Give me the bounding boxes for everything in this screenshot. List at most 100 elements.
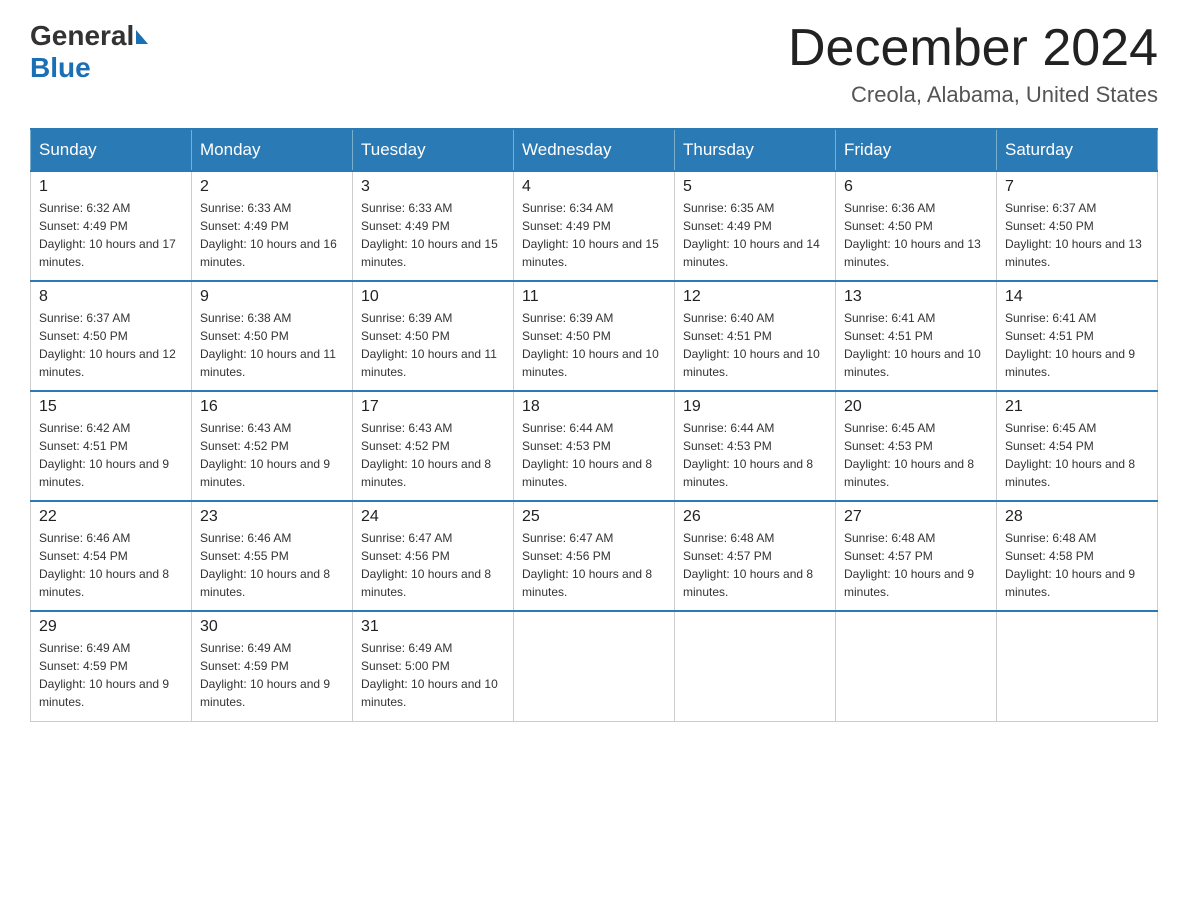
day-info: Sunrise: 6:43 AMSunset: 4:52 PMDaylight:…: [200, 419, 344, 491]
calendar-week-5: 29 Sunrise: 6:49 AMSunset: 4:59 PMDayligh…: [31, 611, 1158, 721]
day-info: Sunrise: 6:42 AMSunset: 4:51 PMDaylight:…: [39, 419, 183, 491]
calendar-cell: 1 Sunrise: 6:32 AMSunset: 4:49 PMDaylight…: [31, 171, 192, 281]
calendar-cell: 19 Sunrise: 6:44 AMSunset: 4:53 PMDayligh…: [675, 391, 836, 501]
day-number: 17: [361, 398, 505, 416]
day-number: 13: [844, 288, 988, 306]
calendar-cell: 2 Sunrise: 6:33 AMSunset: 4:49 PMDaylight…: [192, 171, 353, 281]
day-info: Sunrise: 6:49 AMSunset: 4:59 PMDaylight:…: [200, 639, 344, 711]
calendar-cell: 30Sunrise: 6:49 AMSunset: 4:59 PMDayligh…: [192, 611, 353, 721]
calendar-cell: 21 Sunrise: 6:45 AMSunset: 4:54 PMDayligh…: [997, 391, 1158, 501]
day-info: Sunrise: 6:45 AMSunset: 4:53 PMDaylight:…: [844, 419, 988, 491]
day-number: 24: [361, 508, 505, 526]
calendar-cell: 18 Sunrise: 6:44 AMSunset: 4:53 PMDayligh…: [514, 391, 675, 501]
day-info: Sunrise: 6:33 AMSunset: 4:49 PMDaylight:…: [200, 199, 344, 271]
calendar-cell: 31Sunrise: 6:49 AMSunset: 5:00 PMDayligh…: [353, 611, 514, 721]
day-info: Sunrise: 6:41 AMSunset: 4:51 PMDaylight:…: [1005, 309, 1149, 381]
day-number: 6: [844, 178, 988, 196]
day-number: 11: [522, 288, 666, 306]
col-monday: Monday: [192, 129, 353, 171]
day-number: 20: [844, 398, 988, 416]
day-number: 29: [39, 618, 183, 636]
day-info: Sunrise: 6:44 AMSunset: 4:53 PMDaylight:…: [683, 419, 827, 491]
day-number: 2: [200, 178, 344, 196]
day-number: 21: [1005, 398, 1149, 416]
day-info: Sunrise: 6:48 AMSunset: 4:57 PMDaylight:…: [683, 529, 827, 601]
day-number: 5: [683, 178, 827, 196]
day-info: Sunrise: 6:36 AMSunset: 4:50 PMDaylight:…: [844, 199, 988, 271]
title-area: December 2024 Creola, Alabama, United St…: [788, 20, 1158, 108]
calendar-cell: 5Sunrise: 6:35 AMSunset: 4:49 PMDaylight…: [675, 171, 836, 281]
day-info: Sunrise: 6:48 AMSunset: 4:57 PMDaylight:…: [844, 529, 988, 601]
logo-blue-text: Blue: [30, 52, 91, 84]
day-info: Sunrise: 6:49 AMSunset: 4:59 PMDaylight:…: [39, 639, 183, 711]
calendar-body: 1 Sunrise: 6:32 AMSunset: 4:49 PMDaylight…: [31, 171, 1158, 721]
day-info: Sunrise: 6:49 AMSunset: 5:00 PMDaylight:…: [361, 639, 505, 711]
calendar-week-4: 22 Sunrise: 6:46 AMSunset: 4:54 PMDayligh…: [31, 501, 1158, 611]
day-number: 23: [200, 508, 344, 526]
calendar-week-1: 1 Sunrise: 6:32 AMSunset: 4:49 PMDaylight…: [31, 171, 1158, 281]
day-number: 10: [361, 288, 505, 306]
day-number: 7: [1005, 178, 1149, 196]
day-number: 9: [200, 288, 344, 306]
day-number: 1: [39, 178, 183, 196]
day-number: 14: [1005, 288, 1149, 306]
day-info: Sunrise: 6:33 AMSunset: 4:49 PMDaylight:…: [361, 199, 505, 271]
header-row: Sunday Monday Tuesday Wednesday Thursday…: [31, 129, 1158, 171]
day-info: Sunrise: 6:38 AMSunset: 4:50 PMDaylight:…: [200, 309, 344, 381]
day-info: Sunrise: 6:32 AMSunset: 4:49 PMDaylight:…: [39, 199, 183, 271]
logo: General: [30, 20, 148, 52]
calendar-cell: 3 Sunrise: 6:33 AMSunset: 4:49 PMDaylight…: [353, 171, 514, 281]
calendar-cell: 28Sunrise: 6:48 AMSunset: 4:58 PMDayligh…: [997, 501, 1158, 611]
day-info: Sunrise: 6:40 AMSunset: 4:51 PMDaylight:…: [683, 309, 827, 381]
col-saturday: Saturday: [997, 129, 1158, 171]
calendar-cell: 23Sunrise: 6:46 AMSunset: 4:55 PMDayligh…: [192, 501, 353, 611]
calendar-cell: 12 Sunrise: 6:40 AMSunset: 4:51 PMDayligh…: [675, 281, 836, 391]
calendar-cell: [997, 611, 1158, 721]
day-number: 28: [1005, 508, 1149, 526]
calendar-cell: 24 Sunrise: 6:47 AMSunset: 4:56 PMDayligh…: [353, 501, 514, 611]
calendar-cell: [514, 611, 675, 721]
calendar-cell: 11 Sunrise: 6:39 AMSunset: 4:50 PMDayligh…: [514, 281, 675, 391]
day-info: Sunrise: 6:44 AMSunset: 4:53 PMDaylight:…: [522, 419, 666, 491]
day-number: 3: [361, 178, 505, 196]
day-number: 16: [200, 398, 344, 416]
col-friday: Friday: [836, 129, 997, 171]
day-number: 22: [39, 508, 183, 526]
day-number: 27: [844, 508, 988, 526]
logo-arrow-icon: [136, 30, 148, 44]
day-number: 18: [522, 398, 666, 416]
calendar-cell: 15Sunrise: 6:42 AMSunset: 4:51 PMDayligh…: [31, 391, 192, 501]
calendar-cell: 29 Sunrise: 6:49 AMSunset: 4:59 PMDayligh…: [31, 611, 192, 721]
day-info: Sunrise: 6:47 AMSunset: 4:56 PMDaylight:…: [361, 529, 505, 601]
day-info: Sunrise: 6:37 AMSunset: 4:50 PMDaylight:…: [39, 309, 183, 381]
day-number: 19: [683, 398, 827, 416]
day-info: Sunrise: 6:47 AMSunset: 4:56 PMDaylight:…: [522, 529, 666, 601]
calendar-cell: 20 Sunrise: 6:45 AMSunset: 4:53 PMDayligh…: [836, 391, 997, 501]
calendar-cell: 17 Sunrise: 6:43 AMSunset: 4:52 PMDayligh…: [353, 391, 514, 501]
calendar-cell: 16 Sunrise: 6:43 AMSunset: 4:52 PMDayligh…: [192, 391, 353, 501]
calendar-table: Sunday Monday Tuesday Wednesday Thursday…: [30, 128, 1158, 722]
day-number: 26: [683, 508, 827, 526]
calendar-cell: 22 Sunrise: 6:46 AMSunset: 4:54 PMDayligh…: [31, 501, 192, 611]
header: General Blue December 2024 Creola, Alaba…: [30, 20, 1158, 108]
calendar-cell: 25 Sunrise: 6:47 AMSunset: 4:56 PMDayligh…: [514, 501, 675, 611]
calendar-cell: 26 Sunrise: 6:48 AMSunset: 4:57 PMDayligh…: [675, 501, 836, 611]
day-info: Sunrise: 6:39 AMSunset: 4:50 PMDaylight:…: [361, 309, 505, 381]
calendar-week-2: 8Sunrise: 6:37 AMSunset: 4:50 PMDaylight…: [31, 281, 1158, 391]
day-number: 12: [683, 288, 827, 306]
calendar-cell: 4Sunrise: 6:34 AMSunset: 4:49 PMDaylight…: [514, 171, 675, 281]
calendar-cell: [836, 611, 997, 721]
month-title: December 2024: [788, 20, 1158, 77]
day-info: Sunrise: 6:43 AMSunset: 4:52 PMDaylight:…: [361, 419, 505, 491]
logo-general-text: General: [30, 20, 134, 52]
col-thursday: Thursday: [675, 129, 836, 171]
day-number: 25: [522, 508, 666, 526]
calendar-cell: [675, 611, 836, 721]
col-wednesday: Wednesday: [514, 129, 675, 171]
day-info: Sunrise: 6:41 AMSunset: 4:51 PMDaylight:…: [844, 309, 988, 381]
day-info: Sunrise: 6:39 AMSunset: 4:50 PMDaylight:…: [522, 309, 666, 381]
calendar-cell: 6 Sunrise: 6:36 AMSunset: 4:50 PMDaylight…: [836, 171, 997, 281]
day-info: Sunrise: 6:45 AMSunset: 4:54 PMDaylight:…: [1005, 419, 1149, 491]
calendar-cell: 27 Sunrise: 6:48 AMSunset: 4:57 PMDayligh…: [836, 501, 997, 611]
day-info: Sunrise: 6:46 AMSunset: 4:54 PMDaylight:…: [39, 529, 183, 601]
